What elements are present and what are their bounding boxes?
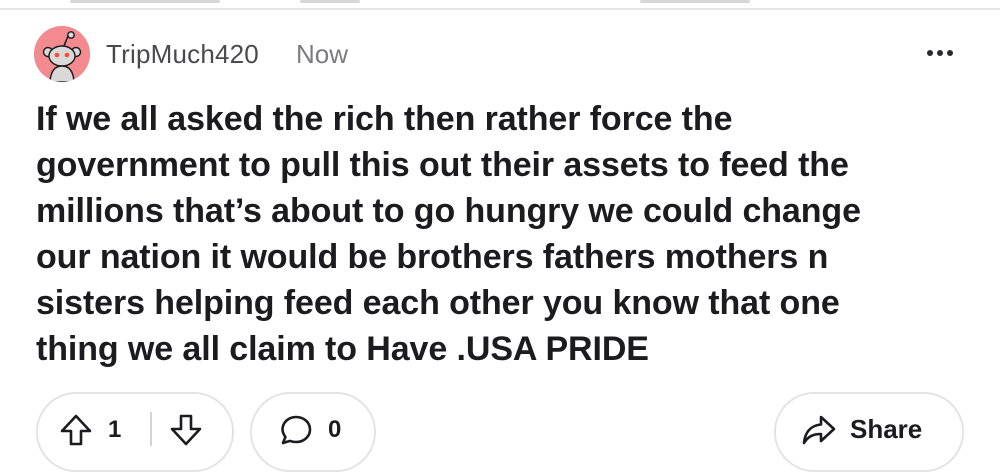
- top-divider: [0, 0, 1000, 10]
- share-label: Share: [850, 414, 923, 444]
- comment-line: millions that’s about to go hungry we co…: [36, 192, 861, 230]
- comment-body: If we all asked the rich then rather for…: [36, 96, 976, 372]
- comment-line: our nation it would be brothers fathers …: [36, 238, 829, 276]
- comment-line: sisters helping feed each other you know…: [36, 284, 840, 322]
- more-options-icon: [937, 50, 943, 56]
- comment-line: government to pull this out their assets…: [36, 146, 849, 184]
- more-options-button[interactable]: [920, 38, 960, 68]
- divider-segment: [70, 0, 220, 3]
- vote-separator: [150, 412, 152, 446]
- divider-segment: [640, 0, 750, 3]
- avatar[interactable]: [34, 26, 90, 82]
- share-arrow-icon: [800, 412, 838, 448]
- comment-actions: 1 0 Share: [36, 392, 964, 472]
- upvote-arrow-icon: [60, 414, 92, 446]
- snoo-avatar-icon: [34, 26, 90, 82]
- comment-timestamp: Now: [296, 39, 349, 69]
- downvote-button[interactable]: [168, 412, 204, 448]
- divider-segment: [300, 0, 360, 3]
- comments-button[interactable]: 0: [250, 392, 376, 472]
- upvote-button[interactable]: [58, 412, 94, 448]
- vote-count: 1: [108, 416, 122, 443]
- downvote-arrow-icon: [170, 414, 202, 446]
- comment-line: If we all asked the rich then rather for…: [36, 100, 733, 138]
- comment-line: thing we all claim to Have .USA PRIDE: [36, 330, 649, 368]
- comment-bubble-icon: [278, 412, 314, 448]
- share-button[interactable]: Share: [774, 392, 964, 472]
- comment-header: TripMuch420 Now: [34, 26, 966, 82]
- comment-author[interactable]: TripMuch420: [106, 39, 259, 70]
- more-options-icon: [947, 50, 953, 56]
- comment-count: 0: [328, 416, 342, 443]
- vote-control: 1: [36, 392, 234, 472]
- more-options-icon: [927, 50, 933, 56]
